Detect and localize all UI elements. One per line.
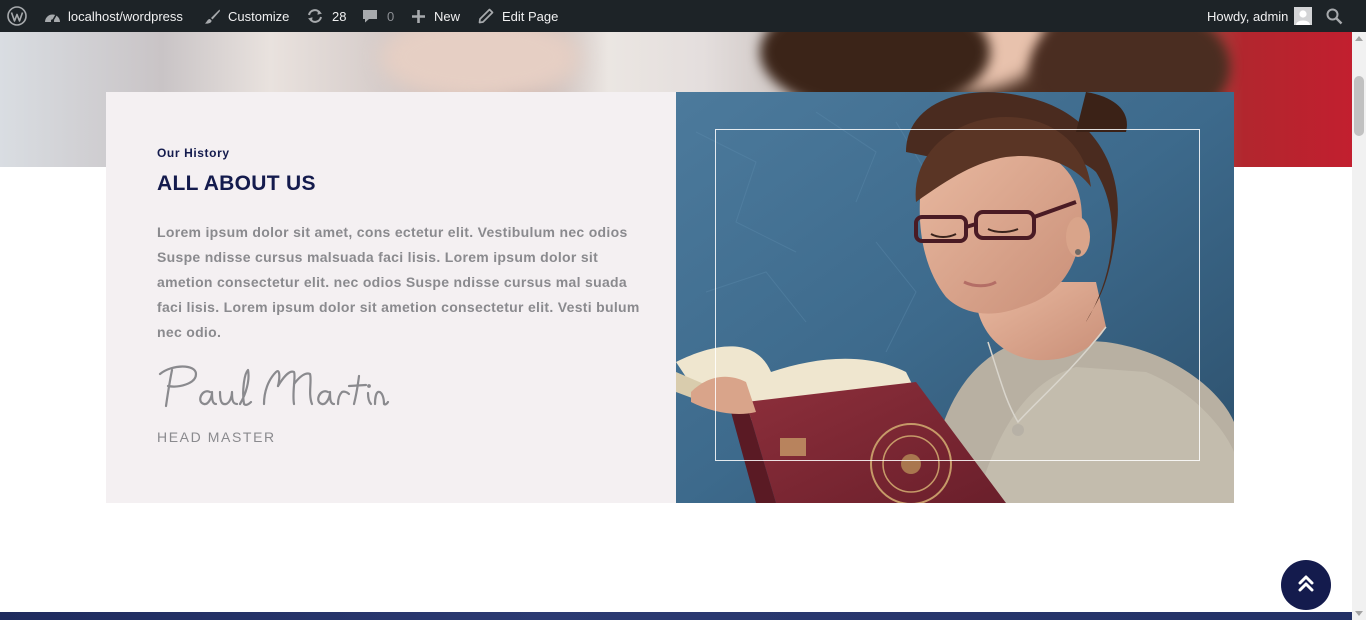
section-title: ALL ABOUT US [157,172,316,195]
new-content-menu[interactable]: New [411,0,460,32]
double-chevron-up-icon [1298,574,1314,597]
updates-count: 28 [332,8,347,24]
scroll-to-top-button[interactable] [1281,560,1331,610]
section-subtitle: Our History [157,146,230,160]
avatar [1294,7,1313,25]
decorative-frame [715,129,1200,461]
comments-count: 0 [387,8,395,24]
brush-icon [204,8,221,25]
comments-menu[interactable]: 0 [362,0,394,32]
dashboard-icon [44,9,61,24]
greeting-label: Howdy, admin [1207,8,1289,24]
footer-strip [0,612,1352,620]
scroll-up-arrow-icon[interactable] [1355,36,1363,41]
edit-page-label: Edit Page [502,8,559,24]
pencil-icon [478,8,494,24]
updates-menu[interactable]: 28 [306,0,346,32]
scrollbar-thumb[interactable] [1354,76,1364,136]
about-section: Our History ALL ABOUT US Lorem ipsum dol… [106,92,676,503]
signature-role: HEAD MASTER [157,429,276,445]
wordpress-logo-icon[interactable] [7,0,27,32]
updates-icon [306,8,324,24]
about-paragraph: Lorem ipsum dolor sit amet, cons ectetur… [157,224,640,340]
scroll-down-arrow-icon[interactable] [1355,611,1363,616]
page-scrollbar[interactable] [1352,32,1366,620]
signature-image [152,360,392,425]
wp-admin-bar: localhost/wordpress Customize 28 0 New E… [0,0,1366,32]
my-account-menu[interactable]: Howdy, admin [1207,0,1313,32]
comment-icon [362,8,378,24]
customize-menu[interactable]: Customize [204,0,289,32]
customize-label: Customize [228,8,290,24]
site-name-label: localhost/wordpress [68,8,183,24]
plus-icon [411,9,426,24]
site-name-menu[interactable]: localhost/wordpress [44,0,183,32]
edit-page-menu[interactable]: Edit Page [478,0,558,32]
search-icon[interactable] [1326,0,1343,32]
new-label: New [434,8,461,24]
